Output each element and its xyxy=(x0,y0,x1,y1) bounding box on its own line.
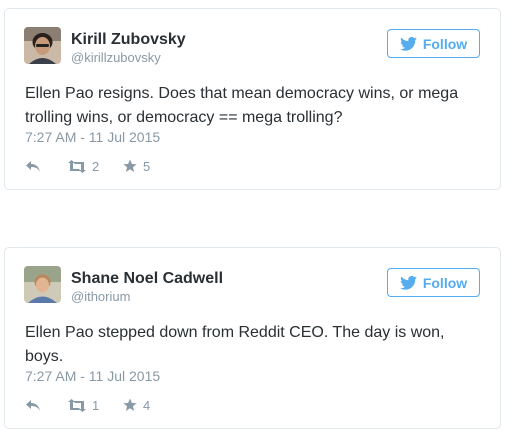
follow-button[interactable]: Follow xyxy=(387,268,480,297)
retweet-icon xyxy=(67,159,87,173)
tweet-actions: 1 4 xyxy=(25,396,150,414)
favorite-button[interactable]: 4 xyxy=(123,398,150,413)
follow-button[interactable]: Follow xyxy=(387,29,480,58)
favorite-button[interactable]: 5 xyxy=(123,159,150,174)
user-handle[interactable]: @kirillzubovsky xyxy=(71,50,161,65)
favorite-count: 5 xyxy=(143,158,151,174)
follow-label: Follow xyxy=(422,35,468,52)
twitter-bird-icon xyxy=(399,36,417,51)
retweet-count: 2 xyxy=(92,158,100,174)
tweet-card: Kirill Zubovsky @kirillzubovsky Follow E… xyxy=(4,8,501,190)
retweet-button[interactable]: 1 xyxy=(67,398,123,413)
tweet-timestamp[interactable]: 7:27 AM - 11 Jul 2015 xyxy=(25,368,160,384)
star-icon xyxy=(123,159,137,173)
twitter-bird-icon xyxy=(399,275,417,290)
tweet-text: Ellen Pao resigns. Does that mean democr… xyxy=(25,85,459,126)
star-icon xyxy=(123,398,137,412)
retweet-icon xyxy=(67,398,87,412)
favorite-count: 4 xyxy=(143,397,151,413)
user-handle[interactable]: @ithorium xyxy=(71,289,130,304)
avatar[interactable] xyxy=(24,266,61,303)
reply-button[interactable] xyxy=(25,160,67,173)
reply-icon xyxy=(25,160,41,173)
display-name[interactable]: Kirill Zubovsky xyxy=(71,31,186,49)
follow-label: Follow xyxy=(422,274,468,291)
retweet-count: 1 xyxy=(92,397,100,413)
tweet-actions: 2 5 xyxy=(25,157,150,175)
display-name[interactable]: Shane Noel Cadwell xyxy=(71,270,223,288)
reply-button[interactable] xyxy=(25,399,67,412)
tweet-text: Ellen Pao stepped down from Reddit CEO. … xyxy=(25,324,445,365)
retweet-button[interactable]: 2 xyxy=(67,159,123,174)
reply-icon xyxy=(25,399,41,412)
tweet-timestamp[interactable]: 7:27 AM - 11 Jul 2015 xyxy=(25,129,160,145)
tweet-card: Shane Noel Cadwell @ithorium Follow Elle… xyxy=(4,247,501,429)
avatar[interactable] xyxy=(24,27,61,64)
